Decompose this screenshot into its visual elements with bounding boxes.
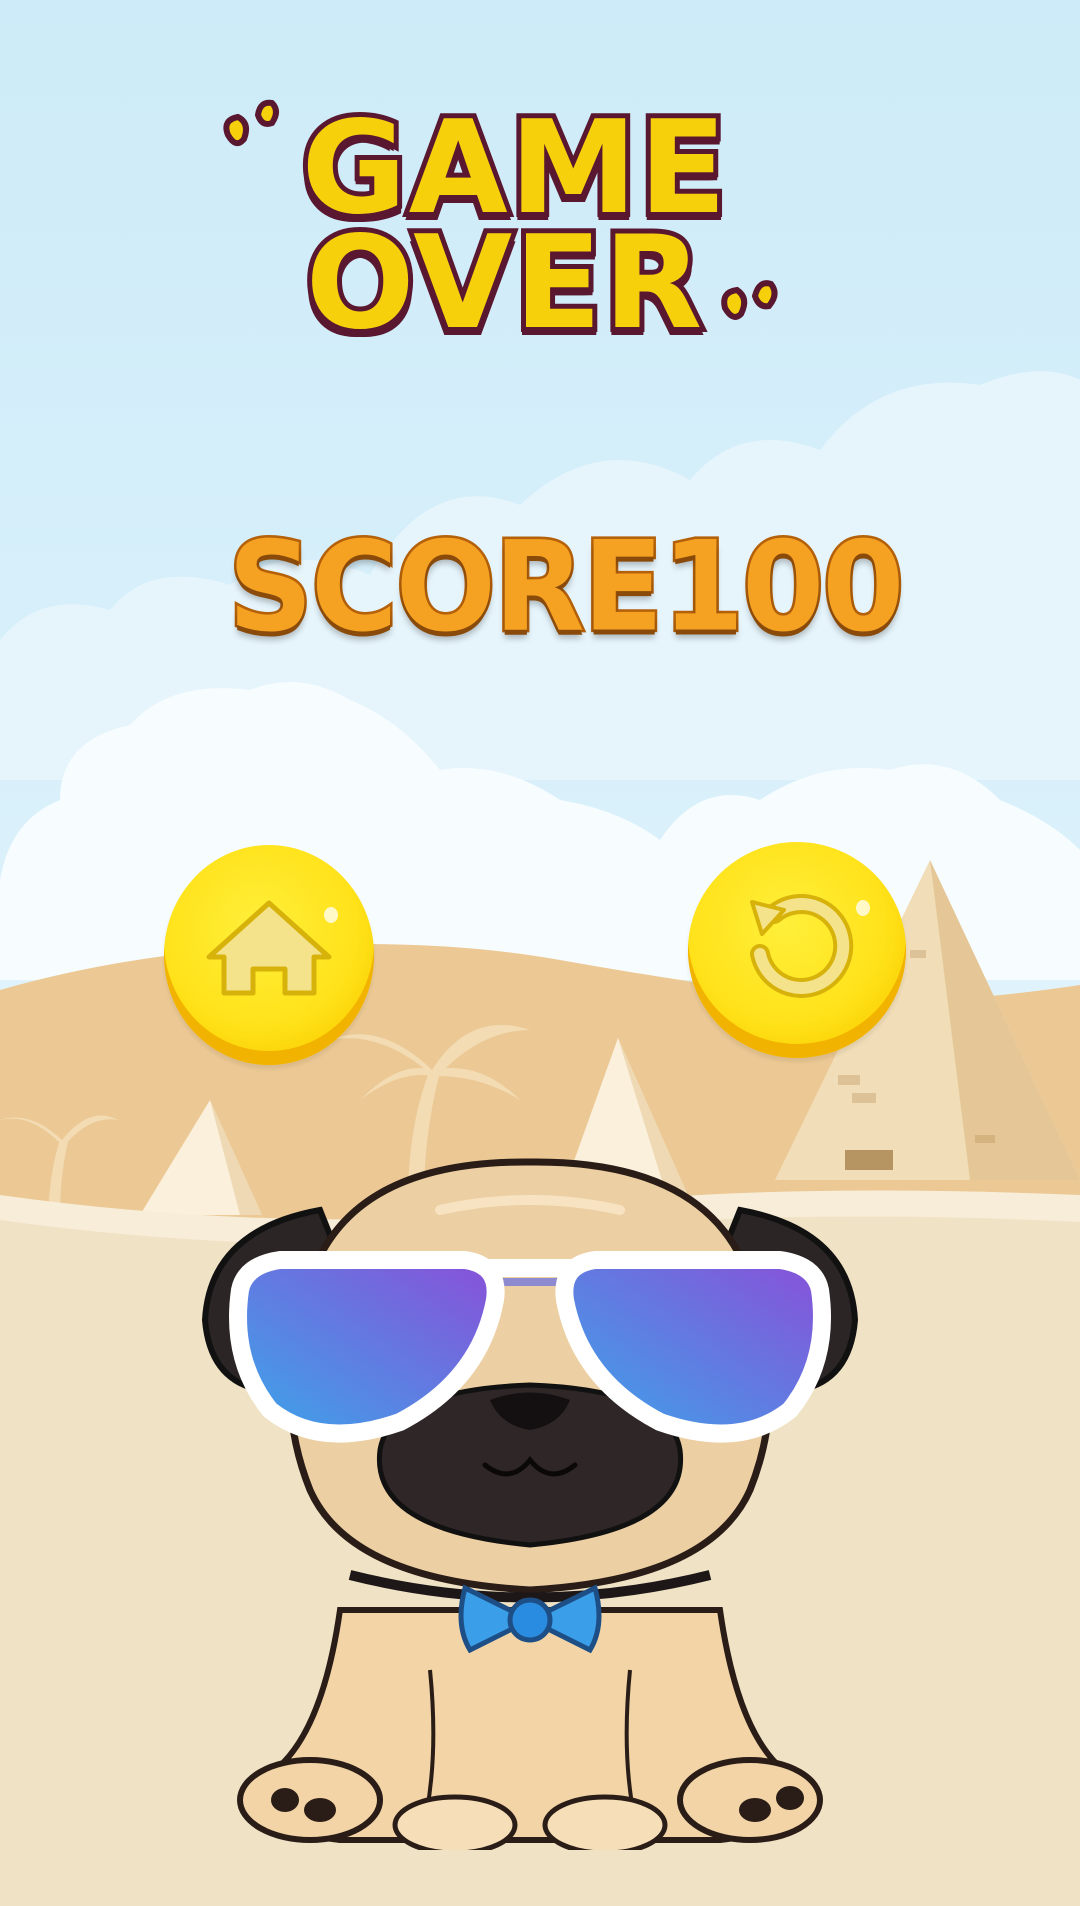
title-line-2: OVER	[301, 209, 707, 358]
restart-icon	[750, 894, 854, 998]
pug-character	[201, 1158, 859, 1850]
game-over-screen: GAME OVER SCORE 100	[0, 0, 1080, 1906]
game-over-title: GAME OVER	[220, 95, 790, 355]
score-label: SCORE	[226, 514, 666, 659]
sparkle-right-icon	[721, 280, 778, 320]
score-value: 100	[660, 514, 907, 659]
home-icon	[206, 900, 332, 996]
home-button[interactable]	[164, 845, 374, 1065]
sparkle-left-icon	[223, 99, 279, 147]
restart-button[interactable]	[688, 842, 906, 1058]
